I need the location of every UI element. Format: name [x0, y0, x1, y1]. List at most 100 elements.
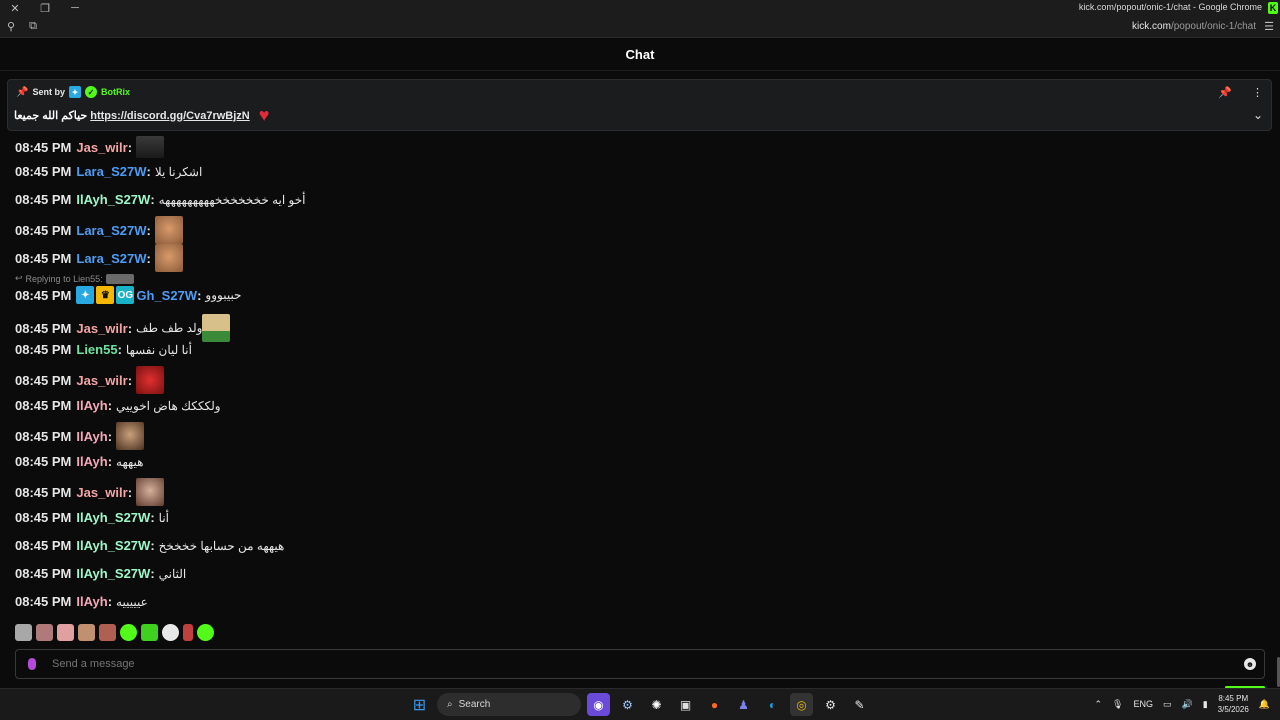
pinned-sender-row: 📌 Sent by ✦ ✓ BotRix [16, 86, 130, 98]
quick-emote[interactable] [120, 624, 137, 641]
close-window-button[interactable]: ✕ [0, 0, 30, 16]
zoom-icon[interactable]: ⚲ [0, 16, 22, 38]
site-settings-icon[interactable]: ☰ [1264, 20, 1274, 33]
message-username[interactable]: Gh_S27W [136, 288, 197, 303]
quick-emote[interactable] [162, 624, 179, 641]
taskbar-search[interactable]: ⌕ Search [437, 693, 581, 716]
quick-emote[interactable] [57, 624, 74, 641]
chat-message: 08:45 PM IlAyh_S27W: هيههه من حسابها خخخ… [15, 538, 284, 553]
quick-emote[interactable] [36, 624, 53, 641]
message-username[interactable]: IlAyh [76, 398, 107, 413]
message-username[interactable]: Jas_wilr [76, 140, 127, 155]
steam-icon[interactable]: ⚙ [616, 693, 639, 716]
quick-emote[interactable] [99, 624, 116, 641]
message-username[interactable]: Lien55 [76, 342, 117, 357]
windows-start-icon[interactable]: ⊞ [408, 693, 431, 716]
chevron-up-icon[interactable]: ⌃ [1094, 699, 1102, 710]
message-username[interactable]: Lara_S27W [76, 223, 146, 238]
chat-message: 08:45 PM IlAyh_S27W: أخو ايه خخخخخخخهههه… [15, 192, 306, 207]
edge-icon[interactable]: ◐ [761, 693, 784, 716]
message-time: 08:45 PM [15, 287, 72, 303]
chat-message: 08:45 PM Lara_S27W: اشكرنا يلا [15, 164, 202, 179]
chrome-icon[interactable]: ◎ [790, 693, 813, 716]
message-username[interactable]: IlAyh [76, 454, 107, 469]
pinned-message[interactable]: 📌 Sent by ✦ ✓ BotRix حياكم الله جميعا ht… [7, 79, 1272, 131]
display-icon[interactable]: ▭ [1163, 699, 1172, 710]
emote-image[interactable] [202, 314, 231, 342]
message-time: 08:45 PM [15, 342, 72, 357]
emote-image[interactable] [136, 478, 165, 506]
emoji-picker-icon[interactable]: ☻ [1244, 658, 1256, 670]
message-colon: : [127, 372, 133, 388]
message-username[interactable]: Lara_S27W [76, 164, 146, 179]
chatgpt-icon[interactable]: ✺ [645, 693, 668, 716]
message-username[interactable]: Jas_wilr [76, 321, 127, 336]
url-display[interactable]: kick.com/popout/onic-1/chat [1132, 21, 1256, 32]
emote-image[interactable] [116, 422, 145, 450]
unpin-icon[interactable]: 📌 [1218, 86, 1232, 99]
store-icon[interactable]: ▣ [674, 693, 697, 716]
message-username[interactable]: IlAyh_S27W [76, 510, 150, 525]
minimize-window-button[interactable]: ─ [60, 0, 90, 16]
system-tray: ⌃ 🎙 ENG ▭ 🔊 ▮ 8:45 PM 3/5/2026 🔔 [1094, 693, 1270, 715]
quick-emote[interactable] [78, 624, 95, 641]
app-icon[interactable]: ✎ [848, 693, 871, 716]
reply-indicator[interactable]: ↩ Replying to Lien55: [15, 273, 134, 284]
chat-message: 08:45 PM Jas_wilr: ولد طف طف [15, 314, 231, 342]
windows-taskbar: ⊞ ⌕ Search ◉ ⚙ ✺ ▣ ● ♟ ◐ ◎ ⚙ ✎ ⌃ 🎙 ENG ▭… [0, 688, 1280, 720]
settings-icon[interactable]: ⚙ [819, 693, 842, 716]
battery-icon[interactable]: ▮ [1203, 699, 1208, 710]
message-username[interactable]: IlAyh_S27W [76, 538, 150, 553]
emote-image[interactable] [136, 366, 165, 394]
message-time: 08:45 PM [15, 192, 72, 207]
discord-icon[interactable]: ◉ [587, 693, 610, 716]
verified-badge-icon: ✓ [84, 86, 97, 98]
message-colon: : [150, 538, 155, 553]
scrollbar[interactable] [1276, 72, 1280, 687]
message-username[interactable]: Jas_wilr [76, 373, 127, 388]
quick-emote[interactable] [15, 624, 32, 641]
message-colon: : [150, 566, 155, 581]
emote-image[interactable] [136, 136, 165, 158]
chat-message: 08:45 PM IlAyh: هيههه [15, 454, 143, 469]
message-text: الثاني [158, 566, 187, 581]
more-options-icon[interactable]: ⋮ [1252, 86, 1263, 99]
quick-emote[interactable] [197, 624, 214, 641]
emote-image[interactable] [154, 216, 183, 244]
message-colon: : [146, 250, 151, 266]
pin-icon: 📌 [16, 86, 29, 98]
message-username[interactable]: IlAyh [76, 594, 107, 609]
message-time: 08:45 PM [15, 164, 72, 179]
message-username[interactable]: IlAyh_S27W [76, 192, 150, 207]
emote-image[interactable] [154, 244, 183, 272]
message-input[interactable] [52, 658, 1202, 670]
quick-emote[interactable] [141, 624, 158, 641]
volume-icon[interactable]: 🔊 [1181, 699, 1192, 710]
message-username[interactable]: Lara_S27W [76, 251, 146, 266]
mic-tray-icon[interactable]: 🎙 [1112, 699, 1123, 710]
url-host: kick.com [1132, 21, 1171, 32]
message-text: ولكككك هاض اخوييي [116, 398, 221, 413]
pinned-message-prefix: حياكم الله جميعا [14, 110, 88, 122]
message-username[interactable]: IlAyh_S27W [76, 566, 150, 581]
microphone-icon[interactable] [28, 658, 36, 670]
notification-icon[interactable]: 🔔 [1259, 699, 1270, 710]
chat-header: Chat [0, 39, 1280, 71]
language-indicator[interactable]: ENG [1133, 699, 1153, 709]
translate-icon[interactable]: ⧉ [22, 16, 44, 38]
restore-window-button[interactable]: ❐ [30, 0, 60, 16]
taskbar-apps: ⊞ ⌕ Search ◉ ⚙ ✺ ▣ ● ♟ ◐ ◎ ⚙ ✎ [408, 693, 871, 716]
media-player-icon[interactable]: ● [703, 693, 726, 716]
chevron-down-icon[interactable]: ⌄ [1253, 108, 1263, 122]
chat-message: 08:45 PM IlAyh: عيييييه [15, 594, 148, 609]
taskbar-clock[interactable]: 8:45 PM 3/5/2026 [1218, 693, 1249, 715]
quick-emote[interactable] [183, 624, 193, 641]
message-username[interactable]: IlAyh [76, 429, 107, 444]
teams-icon[interactable]: ♟ [732, 693, 755, 716]
pinned-bot-name[interactable]: BotRix [101, 87, 130, 97]
message-username[interactable]: Jas_wilr [76, 485, 127, 500]
pinned-discord-link[interactable]: https://discord.gg/Cva7rwBjzN [90, 110, 250, 122]
taskbar-search-label: Search [458, 699, 491, 710]
chat-message: 08:45 PM Jas_wilr: [15, 136, 165, 158]
message-time: 08:45 PM [15, 538, 72, 553]
